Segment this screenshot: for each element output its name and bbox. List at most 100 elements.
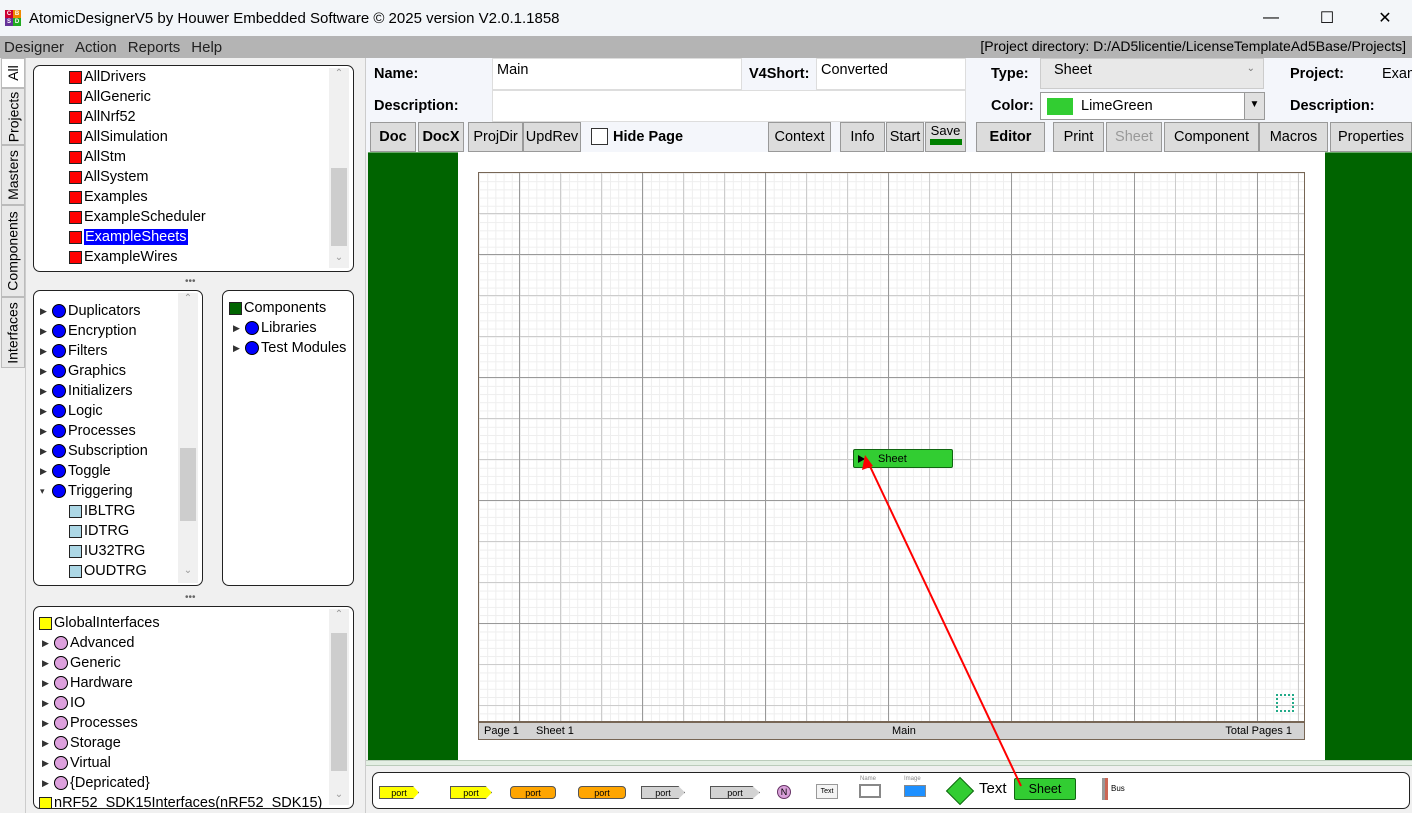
expand-icon[interactable]: ▶ — [42, 738, 54, 749]
tree-item-interface-group[interactable]: ▶ Virtual — [42, 753, 111, 773]
tree-item-group[interactable]: ▶ Logic — [40, 401, 103, 421]
palette-port-orange-out[interactable]: port — [510, 786, 556, 799]
expand-icon[interactable]: ▶ — [42, 718, 54, 729]
palette-image-icon[interactable] — [904, 785, 926, 797]
tree-item-interface-group[interactable]: ▶ Generic — [42, 653, 121, 673]
palette-name-box[interactable] — [859, 784, 881, 798]
tree-item-master[interactable]: IDTRG — [69, 521, 129, 541]
tree-item-interface-group[interactable]: ▶ Hardware — [42, 673, 133, 693]
tree-root-nrf52[interactable]: nRF52_SDK15Interfaces(nRF52_SDK15) — [39, 793, 322, 808]
menu-action[interactable]: Action — [71, 39, 124, 56]
type-select[interactable]: Sheet ⌄ — [1040, 58, 1264, 89]
description-input[interactable] — [492, 90, 966, 122]
splitter[interactable] — [366, 760, 1412, 766]
expand-icon[interactable]: ▶ — [42, 778, 54, 789]
tree-item-group[interactable]: ▾ Triggering — [40, 481, 133, 501]
tree-item[interactable]: ▶ Libraries — [233, 318, 317, 338]
tree-item-group[interactable]: ▶ Subscription — [40, 441, 148, 461]
tab-interfaces[interactable]: Interfaces — [1, 297, 25, 368]
sheet-block[interactable]: Sheet — [853, 449, 953, 468]
maximize-button[interactable]: ☐ — [1300, 0, 1354, 36]
tree-item-project[interactable]: Examples — [69, 187, 148, 207]
properties-button[interactable]: Properties — [1330, 122, 1412, 152]
splitter-handle[interactable]: ••• — [185, 592, 196, 603]
component-button[interactable]: Component — [1164, 122, 1259, 152]
expand-icon[interactable]: ▶ — [42, 758, 54, 769]
minimize-button[interactable]: — — [1244, 0, 1298, 36]
palette-port-gray-out[interactable]: port — [641, 786, 685, 799]
scrollbar[interactable]: ⌃ ⌄ — [178, 293, 198, 583]
palette-node[interactable]: N — [777, 785, 791, 799]
expand-icon[interactable]: ▶ — [40, 306, 52, 317]
tree-item-master[interactable]: IU32TRG — [69, 541, 145, 561]
expand-icon[interactable]: ▶ — [42, 638, 54, 649]
tree-item-project[interactable]: AllStm — [69, 147, 126, 167]
tree-item-project[interactable]: AllNrf52 — [69, 107, 136, 127]
splitter-handle[interactable]: ••• — [185, 276, 196, 287]
tree-item[interactable]: ▶ Test Modules — [233, 338, 346, 358]
menu-reports[interactable]: Reports — [124, 39, 188, 56]
palette-port-yellow-out[interactable]: port — [379, 786, 419, 799]
color-select[interactable]: LimeGreen ▼ — [1040, 92, 1265, 120]
expand-icon[interactable]: ▶ — [40, 466, 52, 477]
tree-item-project[interactable]: ExampleScheduler — [69, 207, 206, 227]
expand-icon[interactable]: ▶ — [42, 698, 54, 709]
tab-masters[interactable]: Masters — [1, 145, 25, 205]
info-button[interactable]: Info — [840, 122, 885, 152]
expand-icon[interactable]: ▶ — [40, 366, 52, 377]
collapse-icon[interactable]: ▾ — [40, 486, 52, 497]
tab-projects[interactable]: Projects — [1, 88, 25, 145]
scrollbar[interactable]: ⌃ ⌄ — [329, 609, 349, 805]
tree-item-master[interactable]: IBLTRG — [69, 501, 135, 521]
hide-page-checkbox[interactable] — [591, 128, 608, 145]
tree-item-interface-group[interactable]: ▶ Storage — [42, 733, 121, 753]
tree-item-project[interactable]: AllSystem — [69, 167, 148, 187]
tree-item-interface-group[interactable]: ▶ Advanced — [42, 633, 135, 653]
palette-port-gray-in[interactable]: port — [710, 786, 760, 799]
tree-item-group[interactable]: ▶ Processes — [40, 421, 136, 441]
expand-icon[interactable]: ▶ — [233, 323, 245, 334]
tab-all[interactable]: All — [1, 58, 25, 88]
tree-item-interface-group[interactable]: ▶ IO — [42, 693, 85, 713]
expand-icon[interactable]: ▶ — [42, 678, 54, 689]
name-input[interactable]: Main — [492, 58, 742, 90]
menu-designer[interactable]: Designer — [0, 39, 71, 56]
tab-components[interactable]: Components — [1, 205, 25, 297]
context-button[interactable]: Context — [768, 122, 831, 152]
tree-item-group[interactable]: ▶ Graphics — [40, 361, 126, 381]
print-button[interactable]: Print — [1053, 122, 1104, 152]
expand-icon[interactable]: ▶ — [40, 446, 52, 457]
close-button[interactable]: ✕ — [1358, 0, 1412, 36]
start-button[interactable]: Start — [886, 122, 924, 152]
tree-item-group[interactable]: ▶ Encryption — [40, 321, 137, 341]
tree-item-project[interactable]: ExampleWires — [69, 247, 177, 267]
palette-bus-icon[interactable] — [1102, 778, 1108, 800]
expand-icon[interactable]: ▶ — [40, 406, 52, 417]
save-button[interactable]: Save — [925, 122, 966, 152]
editor-button[interactable]: Editor — [976, 122, 1045, 152]
tree-item-interface-group[interactable]: ▶ Processes — [42, 713, 138, 733]
palette-diamond-icon[interactable] — [945, 776, 975, 806]
tree-item-group[interactable]: ▶ Initializers — [40, 381, 132, 401]
palette-port-yellow-in[interactable]: port — [450, 786, 492, 799]
tree-item-project[interactable]: ExampleSheets — [69, 227, 188, 247]
updrev-button[interactable]: UpdRev — [523, 122, 581, 152]
expand-icon[interactable]: ▶ — [40, 326, 52, 337]
doc-button[interactable]: Doc — [370, 122, 416, 152]
expand-icon[interactable]: ▶ — [40, 346, 52, 357]
tree-root-globalinterfaces[interactable]: GlobalInterfaces — [39, 613, 160, 633]
tree-item-master[interactable]: OUDTRG — [69, 561, 147, 581]
tree-item-project[interactable]: AllDrivers — [69, 67, 146, 87]
expand-icon[interactable]: ▶ — [42, 658, 54, 669]
docx-button[interactable]: DocX — [418, 122, 464, 152]
tree-item-project[interactable]: AllSimulation — [69, 127, 168, 147]
palette-port-orange-in[interactable]: port — [578, 786, 626, 799]
tree-item-project[interactable]: AllGeneric — [69, 87, 151, 107]
palette-sheet[interactable]: Sheet — [1014, 778, 1076, 800]
tree-item-group[interactable]: ▶ Filters — [40, 341, 107, 361]
v4short-input[interactable]: Converted — [816, 58, 966, 90]
palette-text-box[interactable]: Text — [816, 784, 838, 799]
menu-help[interactable]: Help — [187, 39, 229, 56]
expand-icon[interactable]: ▶ — [40, 426, 52, 437]
tree-item-interface-group[interactable]: ▶ {Depricated} — [42, 773, 150, 793]
